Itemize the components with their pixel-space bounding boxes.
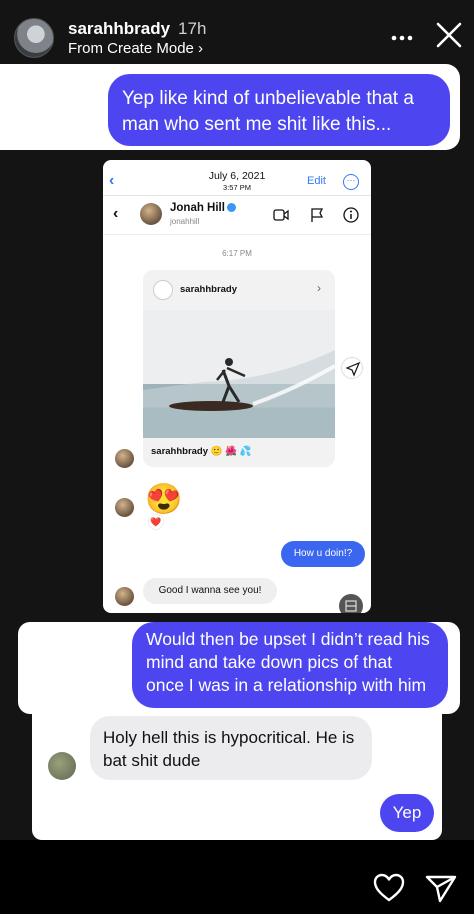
video-icon (273, 209, 289, 221)
story-username[interactable]: sarahhbrady 17h (68, 19, 206, 39)
sent-message: How u doin!? (281, 541, 365, 567)
surfer-illustration (143, 350, 335, 438)
embedded-time: 3:57 PM (223, 183, 251, 192)
friend-avatar (48, 752, 76, 780)
message-bubble-middle: Would then be upset I didn’t read his mi… (132, 622, 448, 708)
more-icon[interactable] (388, 24, 416, 52)
received-message: Good I wanna see you! (143, 578, 277, 604)
heart-icon[interactable] (372, 872, 406, 904)
avatar[interactable] (14, 18, 54, 58)
shared-post: sarahhbrady › sarahhbrady 🙂 🌺 💦 (143, 270, 335, 467)
time-ago: 17h (178, 19, 207, 38)
story-subtitle[interactable]: From Create Mode › (68, 40, 203, 57)
post-header: sarahhbrady › (143, 270, 335, 310)
contact-avatar-small (115, 449, 134, 468)
contact-avatar (140, 203, 162, 225)
heart-reaction: ❤️ (148, 514, 164, 530)
embedded-date: July 6, 2021 (208, 170, 266, 182)
message-bubble-reply: Holy hell this is hypocritical. He is ba… (90, 716, 372, 780)
share-icon (341, 357, 363, 379)
chat-timestamp: 6:17 PM (222, 249, 252, 258)
message-bubble-top: Yep like kind of unbelievable that a man… (108, 74, 450, 146)
contact-avatar-small (115, 498, 134, 517)
story-header: sarahhbrady 17h From Create Mode › (0, 0, 474, 66)
heart-eyes-emoji: 😍 (145, 483, 183, 516)
contact-name: Jonah Hill (170, 202, 236, 214)
story-footer (0, 840, 474, 914)
chevron-right-icon: › (317, 281, 321, 295)
post-caption: sarahhbrady 🙂 🌺 💦 (151, 446, 252, 457)
story-viewer: sarahhbrady 17h From Create Mode › Yep li… (0, 0, 474, 914)
send-icon[interactable] (424, 872, 458, 904)
embedded-topbar: ‹ July 6, 2021 3:57 PM Edit ··· (103, 160, 371, 196)
close-icon[interactable] (434, 20, 464, 50)
post-avatar (153, 280, 173, 300)
contact-handle: jonahhill (170, 217, 200, 226)
info-icon (343, 207, 359, 223)
more-circle-icon: ··· (343, 174, 359, 190)
post-username: sarahhbrady (180, 284, 238, 295)
embedded-edit: Edit (307, 175, 326, 187)
contact-name-text: Jonah Hill (170, 202, 225, 214)
contact-avatar-small (115, 587, 134, 606)
scan-icon (339, 594, 363, 613)
embedded-dm-screenshot: ‹ July 6, 2021 3:57 PM Edit ··· ‹ Jonah … (103, 160, 371, 613)
embedded-chat-header: ‹ Jonah Hill jonahhill (103, 197, 371, 235)
chevron-left-icon: ‹ (113, 205, 119, 222)
surfing-photo (143, 310, 335, 438)
flag-icon (311, 208, 324, 222)
verified-badge-icon (226, 203, 236, 213)
message-bubble-yep: Yep (380, 794, 434, 832)
username-text: sarahhbrady (68, 19, 171, 38)
